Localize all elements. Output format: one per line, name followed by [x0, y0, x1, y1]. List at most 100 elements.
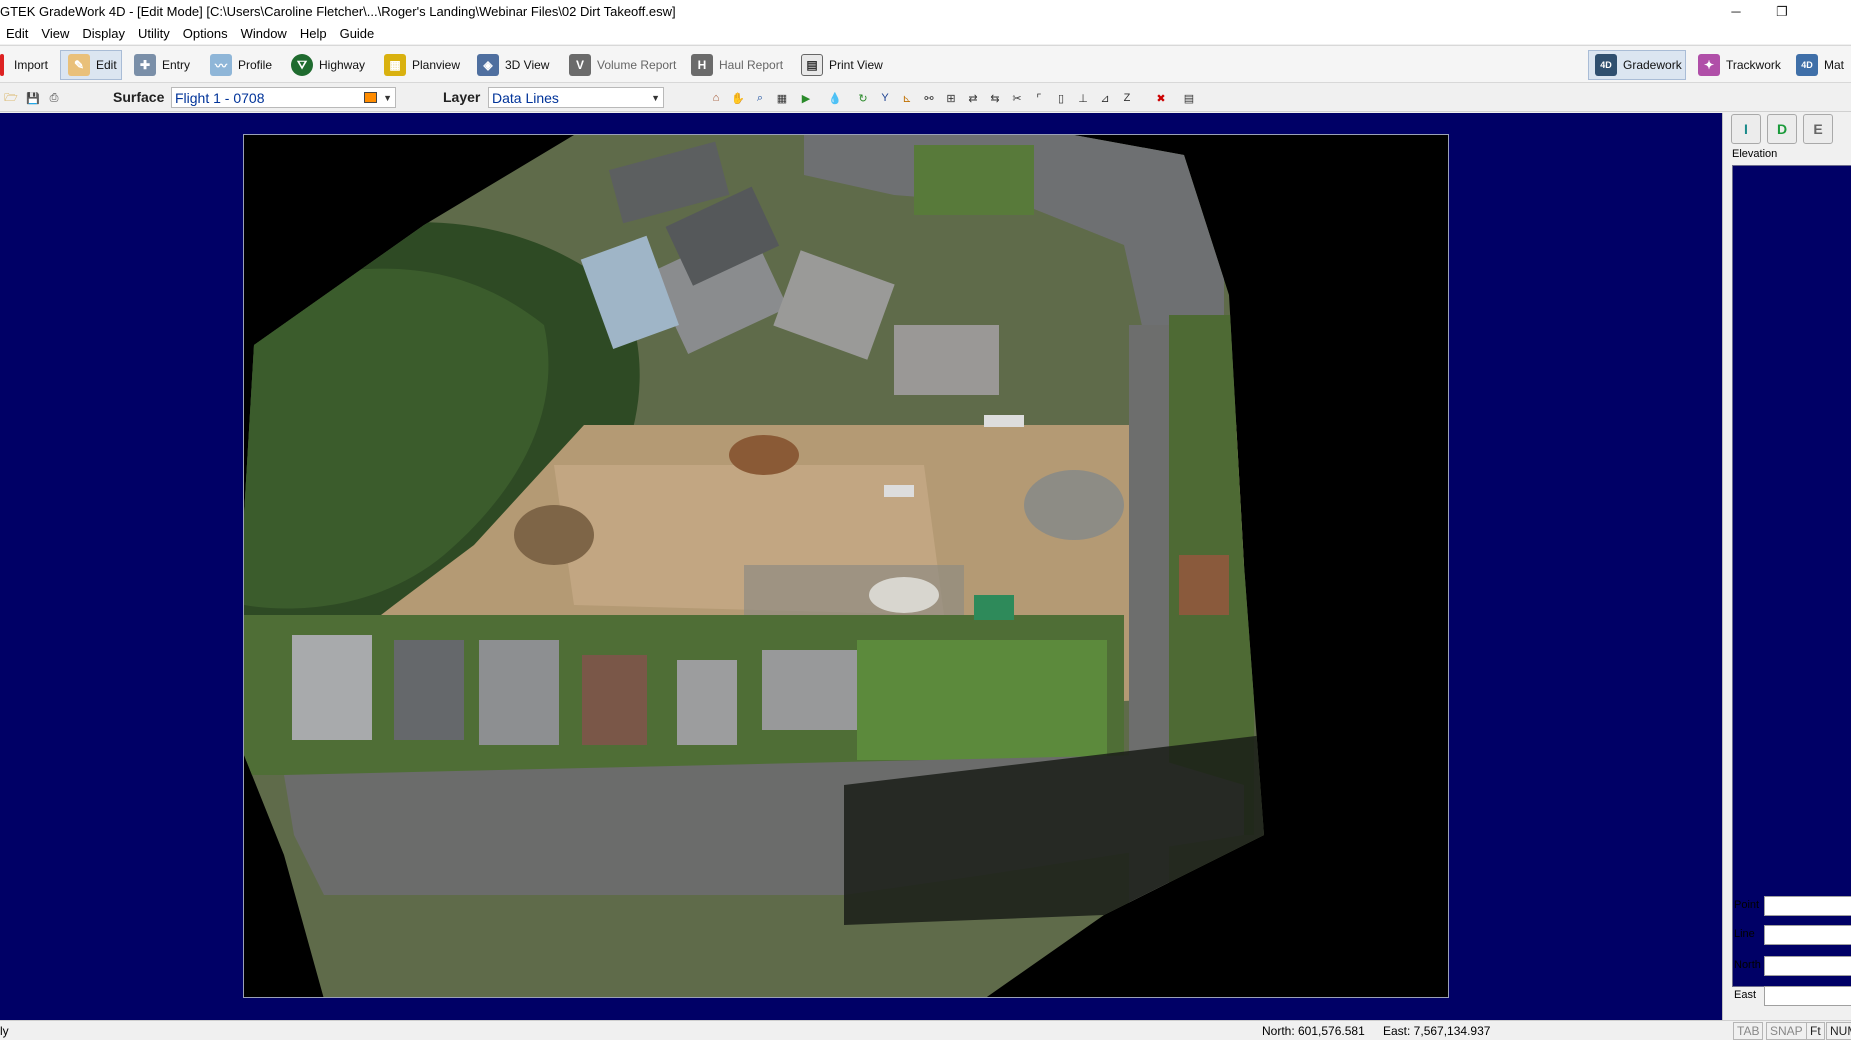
chevron-down-icon: ▼ [651, 92, 660, 103]
elevation-view[interactable] [1732, 165, 1851, 987]
main-toolbar: Import ✎ Edit ✚ Entry 〰 Profile ⛛ Highwa… [0, 45, 1851, 83]
layer-select[interactable]: Data Lines ▼ [488, 87, 664, 108]
aerial-orthophoto[interactable] [243, 134, 1449, 998]
minimize-button[interactable]: ─ [1713, 0, 1759, 23]
haul-report-label: Haul Report [719, 58, 784, 72]
north-label: North [1734, 959, 1761, 971]
window-title: GTEK GradeWork 4D - [Edit Mode] [C:\User… [0, 4, 676, 19]
delete-icon[interactable]: ✖ [1151, 88, 1171, 108]
mat-icon: 4D [1796, 54, 1818, 76]
north-field[interactable] [1764, 956, 1851, 976]
open-folder-icon[interactable]: 🗁 [2, 90, 20, 106]
secondary-toolbar: 🗁 💾 ⎙ Surface Flight 1 - 0708 ▼ Layer Da… [0, 84, 1851, 112]
menu-view[interactable]: View [35, 26, 76, 41]
status-snap: SNAP [1766, 1022, 1807, 1040]
print-view-button[interactable]: ▤ Print View [801, 50, 883, 80]
title-bar: GTEK GradeWork 4D - [Edit Mode] [C:\User… [0, 0, 1851, 23]
rotate-icon[interactable]: ↻ [853, 88, 873, 108]
surface-select[interactable]: Flight 1 - 0708 ▼ [171, 87, 396, 108]
gradework-icon: 4D [1595, 54, 1617, 76]
planview-icon: ▦ [384, 54, 406, 76]
menu-window[interactable]: Window [235, 26, 294, 41]
restore-button[interactable]: ❐ [1759, 0, 1805, 23]
line-field[interactable] [1764, 925, 1851, 945]
menu-bar: Edit View Display Utility Options Window… [0, 23, 1851, 44]
3d-view-icon: ◈ [477, 54, 499, 76]
drop-icon[interactable]: 💧 [825, 88, 845, 108]
chevron-down-icon: ▼ [383, 92, 392, 103]
swap-icon[interactable]: ⇆ [985, 88, 1005, 108]
entry-label: Entry [162, 58, 191, 72]
panel-button-e[interactable]: E [1803, 114, 1833, 144]
elevation-tool-icon[interactable]: ⊿ [1095, 88, 1115, 108]
aerial-image [244, 135, 1448, 997]
surface-label: Surface [113, 89, 165, 105]
trackwork-icon: ✦ [1698, 54, 1720, 76]
point-label: Point [1734, 899, 1760, 911]
import-button[interactable]: Import [0, 50, 48, 80]
haul-report-icon: H [691, 54, 713, 76]
trackwork-label: Trackwork [1726, 58, 1781, 72]
pan-hand-icon[interactable]: ✋ [728, 88, 748, 108]
volume-report-icon: V [569, 54, 591, 76]
link-icon[interactable]: ⚯ [919, 88, 939, 108]
import-icon [0, 54, 4, 76]
volume-report-label: Volume Report [597, 58, 677, 72]
profile-button[interactable]: 〰 Profile [210, 50, 272, 80]
close-button[interactable] [1805, 0, 1851, 23]
status-ft: Ft [1806, 1022, 1825, 1040]
menu-guide[interactable]: Guide [334, 26, 382, 41]
trackwork-button[interactable]: ✦ Trackwork [1698, 50, 1781, 80]
import-label: Import [14, 58, 49, 72]
panel-button-i[interactable]: I [1731, 114, 1761, 144]
gradework-button[interactable]: 4D Gradework [1588, 50, 1686, 80]
point-field[interactable] [1764, 896, 1851, 916]
scissors-icon[interactable]: ✂ [1007, 88, 1027, 108]
grid-icon[interactable]: ⊞ [941, 88, 961, 108]
entry-button[interactable]: ✚ Entry [134, 50, 190, 80]
edit-pencil-icon: ✎ [68, 54, 90, 76]
edit-button[interactable]: ✎ Edit [60, 50, 122, 80]
3d-view-button[interactable]: ◈ 3D View [477, 50, 549, 80]
mat-button[interactable]: 4D Mat [1796, 50, 1844, 80]
zoom-icon[interactable]: ⌕ [750, 88, 770, 108]
grid-select-icon[interactable]: ▦ [772, 88, 792, 108]
save-icon[interactable]: 💾 [24, 90, 42, 106]
highway-label: Highway [319, 58, 366, 72]
print-icon[interactable]: ⎙ [45, 90, 63, 106]
layer-value: Data Lines [492, 89, 559, 106]
edit-label: Edit [96, 58, 117, 72]
volume-report-button[interactable]: V Volume Report [569, 50, 676, 80]
highway-button[interactable]: ⛛ Highway [291, 50, 365, 80]
window-controls: ─ ❐ [1713, 0, 1851, 23]
planview-button[interactable]: ▦ Planview [384, 50, 460, 80]
planview-workspace[interactable] [0, 113, 1722, 1020]
panel-button-d[interactable]: D [1767, 114, 1797, 144]
menu-help[interactable]: Help [294, 26, 334, 41]
page-icon[interactable]: ▯ [1051, 88, 1071, 108]
filter-icon[interactable]: Y [875, 88, 895, 108]
move-icon[interactable]: ⇄ [963, 88, 983, 108]
3d-view-label: 3D View [505, 58, 550, 72]
highway-icon: ⛛ [291, 54, 313, 76]
status-num: NUM [1826, 1022, 1851, 1040]
offset-icon[interactable]: ⊥ [1073, 88, 1093, 108]
notes-icon[interactable]: ▤ [1179, 88, 1199, 108]
menu-utility[interactable]: Utility [132, 26, 177, 41]
play-icon[interactable]: ▶ [796, 88, 816, 108]
menu-options[interactable]: Options [177, 26, 235, 41]
print-view-label: Print View [829, 58, 883, 72]
status-tab: TAB [1733, 1022, 1764, 1040]
measure-icon[interactable]: ⊾ [897, 88, 917, 108]
z-tool-icon[interactable]: Z [1117, 88, 1137, 108]
menu-edit[interactable]: Edit [0, 26, 35, 41]
east-field[interactable] [1764, 986, 1851, 1006]
right-panel: I D E Elevation Point Line North East [1722, 113, 1851, 1020]
app-window: GTEK GradeWork 4D - [Edit Mode] [C:\User… [0, 0, 1851, 1040]
corner-icon[interactable]: ⌜ [1029, 88, 1049, 108]
home-icon[interactable]: ⌂ [706, 88, 726, 108]
line-label: Line [1734, 928, 1755, 940]
haul-report-button[interactable]: H Haul Report [691, 50, 783, 80]
profile-icon: 〰 [210, 54, 232, 76]
menu-display[interactable]: Display [76, 26, 132, 41]
